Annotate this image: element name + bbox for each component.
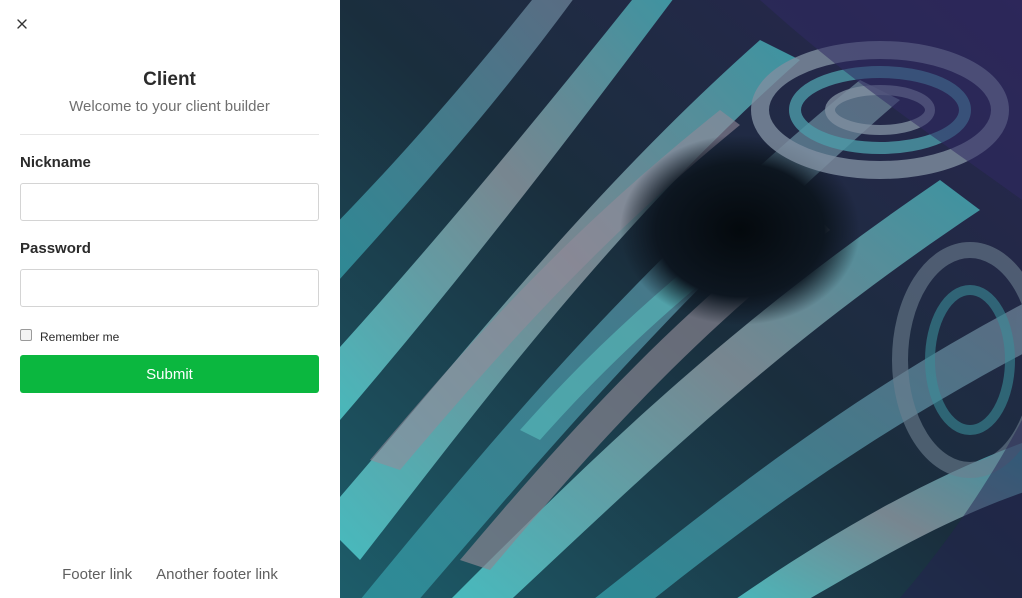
nickname-label: Nickname [20, 154, 91, 171]
another-footer-link[interactable]: Another footer link [156, 565, 278, 585]
remember-me-checkbox[interactable] [20, 329, 32, 341]
remember-me-row[interactable]: Remember me [20, 327, 319, 344]
background-artwork [340, 0, 1022, 598]
password-field[interactable] [20, 269, 319, 307]
login-panel: Client Welcome to your client builder Ni… [0, 0, 340, 598]
login-form: Nickname Password Remember me Submit [20, 153, 319, 393]
footer-links: Footer link Another footer link [0, 565, 340, 585]
panel-header: Client Welcome to your client builder [20, 67, 319, 117]
close-icon [17, 19, 27, 29]
nickname-field[interactable] [20, 183, 319, 221]
page-subtitle: Welcome to your client builder [69, 98, 270, 115]
close-button[interactable] [14, 16, 30, 32]
footer-link[interactable]: Footer link [62, 565, 132, 585]
page-title: Client [143, 69, 196, 90]
abstract-fractal-image [340, 0, 1022, 598]
password-label: Password [20, 240, 91, 257]
remember-me-label: Remember me [40, 330, 120, 344]
submit-button[interactable]: Submit [20, 355, 319, 393]
page: Client Welcome to your client builder Ni… [0, 0, 1022, 598]
header-divider [20, 134, 319, 135]
